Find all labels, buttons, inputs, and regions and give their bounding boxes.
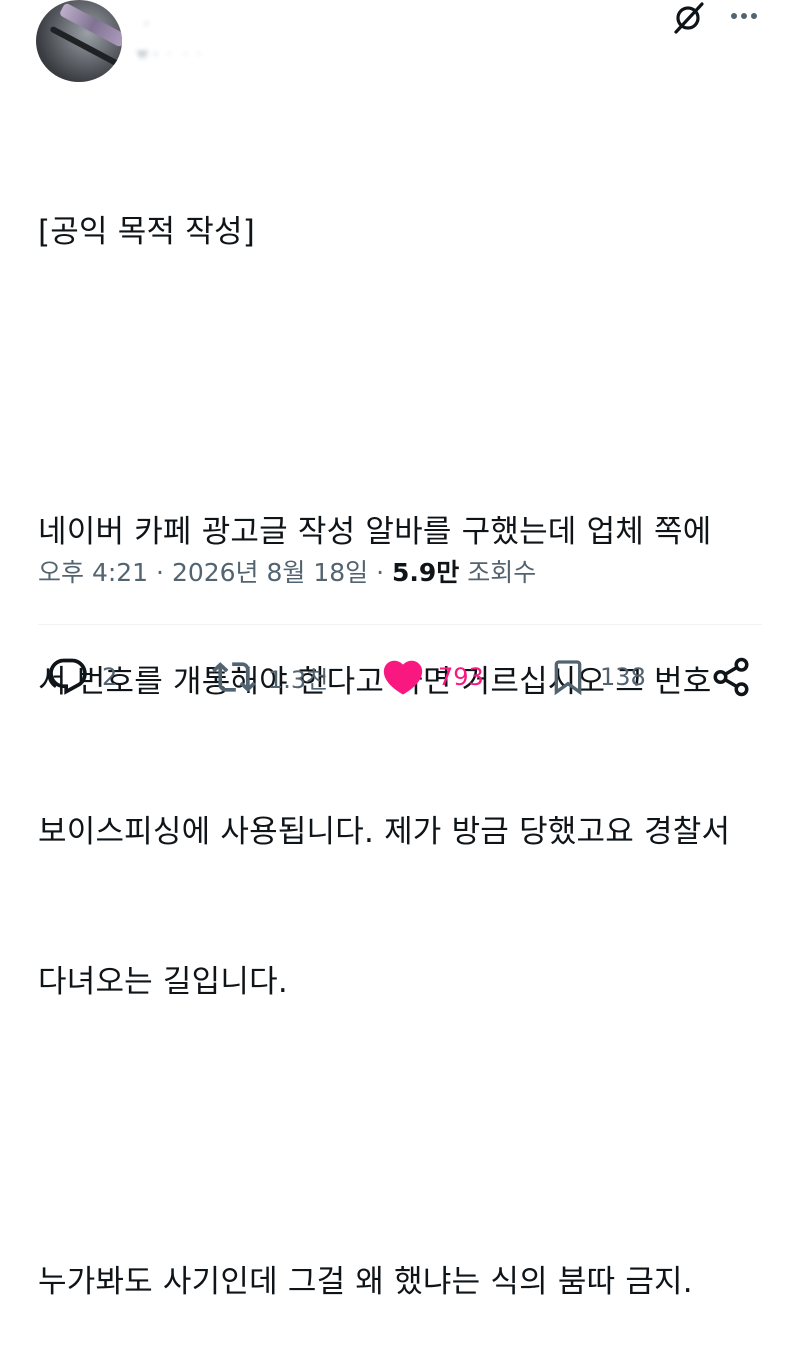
- retweet-count: 1.3천: [268, 665, 329, 694]
- tweet-line: 다녀오는 길입니다.: [38, 964, 288, 1000]
- divider: [38, 624, 762, 625]
- retweet-button[interactable]: 1.3천: [212, 648, 328, 706]
- display-name[interactable]: ᆞ: [140, 14, 260, 33]
- tweet-line-gap: [38, 1107, 778, 1157]
- tweet-line: 네이버 카페 광고글 작성 알바를 구했는데 업체 쪽에: [38, 514, 712, 550]
- reply-icon: [49, 658, 87, 695]
- retweet-icon: [212, 662, 256, 692]
- action-bar: 2 1.3천 793 138: [0, 648, 800, 706]
- bookmark-button[interactable]: 138: [548, 648, 646, 706]
- avatar[interactable]: [36, 0, 122, 82]
- bookmark-count: 138: [600, 663, 646, 691]
- tweet-line: 보이스피싱에 사용됩니다. 제가 방금 당했고요 경찰서: [38, 814, 731, 850]
- grok-icon[interactable]: [672, 0, 706, 34]
- meta-separator: ·: [148, 558, 172, 587]
- tweet-line-gap: [38, 357, 778, 407]
- share-button[interactable]: [710, 648, 752, 706]
- tweet-line: 누가봐도 사기인데 그걸 왜 했냐는 식의 붐따 금지.: [38, 1264, 693, 1300]
- reply-count: 2: [102, 663, 118, 691]
- like-heart-icon: [383, 660, 423, 695]
- share-icon: [713, 657, 749, 697]
- meta-separator: ·: [368, 558, 393, 587]
- tweet-text: [공익 목적 작성] 네이버 카페 광고글 작성 알바를 구했는데 업체 쪽에 …: [38, 107, 778, 1357]
- views-count: 5.9만: [392, 558, 460, 587]
- views-label: 조회수: [459, 558, 537, 587]
- tweet-date[interactable]: 2026년 8월 18일: [172, 558, 368, 587]
- tweet-meta: 오후 4:21 · 2026년 8월 18일 · 5.9만 조회수: [38, 553, 536, 589]
- more-options-icon[interactable]: [724, 2, 764, 32]
- tweet-time[interactable]: 오후 4:21: [38, 558, 148, 587]
- reply-button[interactable]: 2: [46, 648, 117, 706]
- user-handle[interactable]: ㅠ · ᆞ ᆞᆞ: [136, 44, 296, 64]
- like-count: 793: [438, 663, 484, 691]
- tweet-line: [공익 목적 작성]: [38, 214, 256, 250]
- bookmark-icon: [554, 660, 582, 696]
- like-button[interactable]: 793: [380, 648, 484, 706]
